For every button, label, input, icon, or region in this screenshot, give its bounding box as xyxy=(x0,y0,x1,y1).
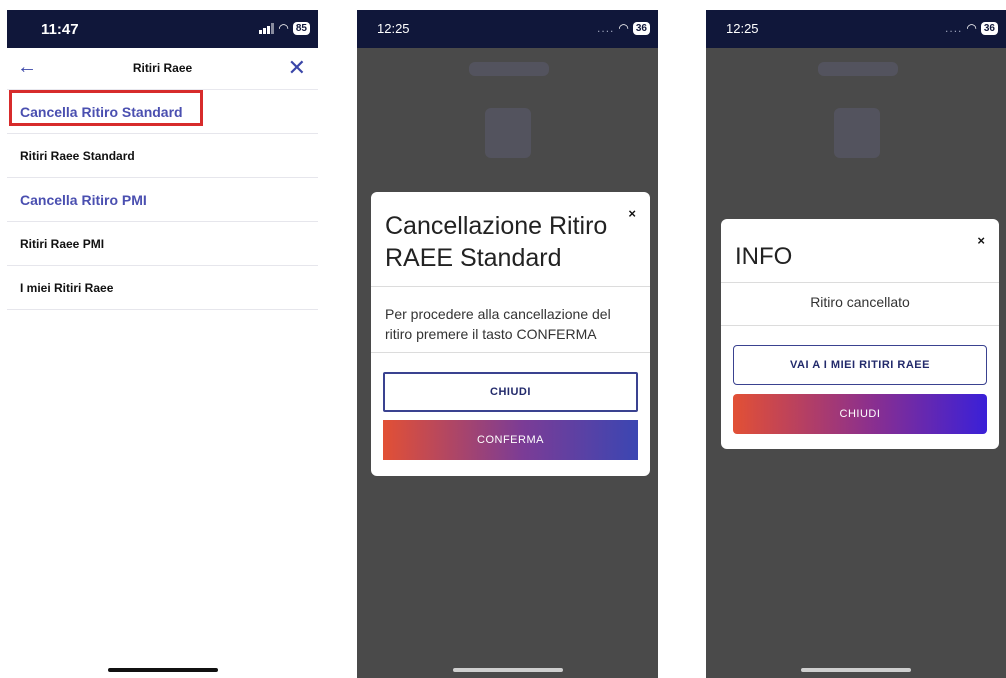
status-icons: .... ◠ 36 xyxy=(597,21,650,35)
blurred-logo xyxy=(485,108,531,158)
wifi-icon: ◠ xyxy=(966,21,977,35)
battery-icon: 85 xyxy=(292,21,310,35)
confirm-dialog: × Cancellazione Ritiro RAEE Standard Per… xyxy=(371,192,650,476)
divider xyxy=(721,282,999,283)
close-icon[interactable]: × xyxy=(977,233,985,248)
status-icons: ◠ 85 xyxy=(259,21,310,35)
close-icon[interactable]: ✕ xyxy=(288,55,306,81)
status-time: 11:47 xyxy=(41,21,79,38)
conferma-button[interactable]: CONFERMA xyxy=(383,420,638,460)
dialog-title: INFO xyxy=(735,243,793,270)
signal-dots-icon: .... xyxy=(945,21,963,35)
dialog-message: Ritiro cancellato xyxy=(810,294,910,310)
wifi-icon: ◠ xyxy=(618,21,629,35)
signal-dots-icon: .... xyxy=(597,21,615,35)
blurred-title xyxy=(469,62,549,76)
highlight-annotation xyxy=(9,90,203,126)
menu-item-ritiri-raee-standard[interactable]: Ritiri Raee Standard xyxy=(7,134,318,178)
info-dialog: × INFO Ritiro cancellato VAI A I MIEI RI… xyxy=(721,219,999,449)
menu-item-ritiri-raee-pmi[interactable]: Ritiri Raee PMI xyxy=(7,222,318,266)
phone-screen-info-dialog: 12:25 .... ◠ 36 × INFO Ritiro cancellato… xyxy=(706,10,1006,678)
status-bar: 11:47 ◠ 85 xyxy=(7,10,318,48)
status-icons: .... ◠ 36 xyxy=(945,21,998,35)
dialog-message: Per procedere alla cancellazione del rit… xyxy=(385,306,611,342)
status-time: 12:25 xyxy=(726,21,759,36)
status-time: 12:25 xyxy=(377,21,410,36)
vai-a-i-miei-ritiri-raee-button[interactable]: VAI A I MIEI RITIRI RAEE xyxy=(733,345,987,385)
menu-item-cancella-ritiro-pmi[interactable]: Cancella Ritiro PMI xyxy=(7,178,318,222)
signal-icon xyxy=(259,22,275,34)
status-bar: 12:25 .... ◠ 36 xyxy=(706,10,1006,48)
chiudi-button[interactable]: CHIUDI xyxy=(383,372,638,412)
status-bar: 12:25 .... ◠ 36 xyxy=(357,10,658,48)
wifi-icon: ◠ xyxy=(278,21,289,35)
dialog-title: Cancellazione Ritiro RAEE Standard xyxy=(385,212,608,272)
home-indicator xyxy=(452,668,563,672)
blurred-logo xyxy=(834,108,880,158)
battery-icon: 36 xyxy=(632,21,650,35)
phone-screen-confirm-dialog: 12:25 .... ◠ 36 × Cancellazione Ritiro R… xyxy=(357,10,658,678)
chiudi-button[interactable]: CHIUDI xyxy=(733,394,987,434)
home-indicator xyxy=(107,668,218,672)
divider xyxy=(371,286,650,287)
divider xyxy=(721,325,999,326)
menu-item-i-miei-ritiri-raee[interactable]: I miei Ritiri Raee xyxy=(7,266,318,310)
blurred-title xyxy=(818,62,898,76)
page-title: Ritiri Raee xyxy=(132,61,193,75)
phone-screen-menu: 11:47 ◠ 85 ← Ritiri Raee ✕ Cancella Riti… xyxy=(7,10,318,678)
battery-icon: 36 xyxy=(980,21,998,35)
divider xyxy=(371,352,650,353)
home-indicator xyxy=(801,668,911,672)
app-bar: ← Ritiri Raee ✕ xyxy=(7,48,318,90)
